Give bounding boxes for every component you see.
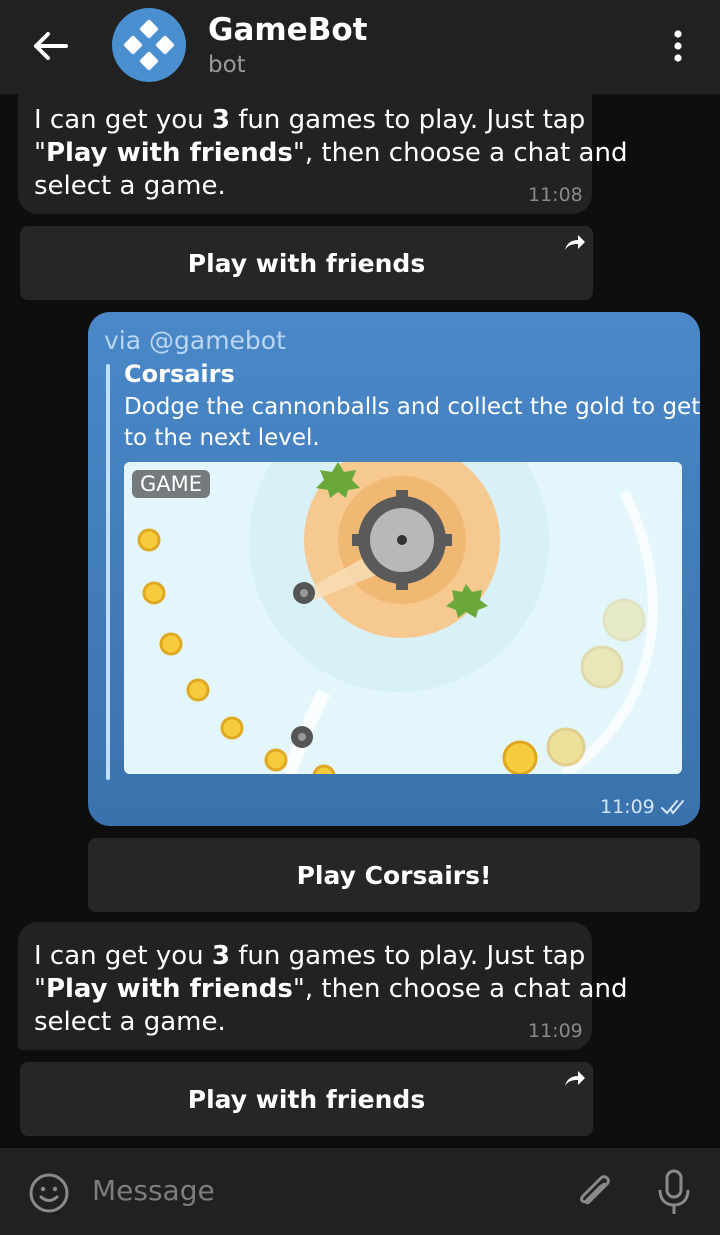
share-arrow-icon (565, 1071, 585, 1086)
game-title: Corsairs (124, 360, 235, 388)
game-preview-image[interactable]: GAME (124, 462, 682, 774)
button-label: Play Corsairs! (296, 860, 492, 890)
share-arrow-icon (565, 235, 585, 250)
microphone-icon[interactable] (656, 1168, 692, 1216)
emoji-icon[interactable] (28, 1172, 70, 1214)
gamepad-icon (123, 19, 175, 71)
incoming-message: I can get you 3 fun games to play. Just … (18, 86, 627, 214)
message-time: 11:09 (600, 796, 655, 818)
button-label: Play with friends (187, 248, 426, 278)
chat-title[interactable]: GameBot (208, 12, 367, 48)
avatar[interactable] (112, 8, 186, 82)
message-time: 11:09 (528, 1020, 583, 1042)
message-composer: Message (0, 1148, 720, 1235)
message-line: select a game. (34, 171, 226, 201)
message-line: "Play with friends", then choose a chat … (34, 138, 628, 168)
outgoing-game-message: via @gamebot Corsairs Dodge the cannonba… (88, 312, 700, 826)
button-label: Play with friends (187, 1084, 426, 1114)
incoming-message: I can get you 3 fun games to play. Just … (18, 922, 627, 1050)
message-line: select a game. (34, 1007, 226, 1037)
attach-icon[interactable] (574, 1170, 614, 1214)
more-menu-icon[interactable] (664, 28, 692, 64)
game-badge: GAME (132, 470, 211, 498)
double-check-icon (661, 800, 684, 815)
game-artwork (124, 462, 682, 774)
chat-header: GameBot bot (0, 0, 720, 94)
message-input[interactable]: Message (92, 1174, 215, 1207)
play-corsairs-button[interactable]: Play Corsairs! (88, 838, 700, 912)
message-line: I can get you 3 fun games to play. Just … (34, 941, 586, 971)
message-line: "Play with friends", then choose a chat … (34, 974, 628, 1004)
via-bot-label[interactable]: via @gamebot (104, 326, 286, 355)
game-description: Dodge the cannonballs and collect the go… (124, 394, 701, 451)
play-with-friends-button[interactable]: Play with friends (20, 1062, 593, 1136)
message-time: 11:08 (528, 184, 583, 206)
message-line: I can get you 3 fun games to play. Just … (34, 105, 586, 135)
play-with-friends-button[interactable]: Play with friends (20, 226, 593, 300)
chat-subtitle: bot (208, 52, 246, 78)
quote-bar (106, 364, 110, 780)
back-arrow-icon[interactable] (28, 26, 72, 66)
